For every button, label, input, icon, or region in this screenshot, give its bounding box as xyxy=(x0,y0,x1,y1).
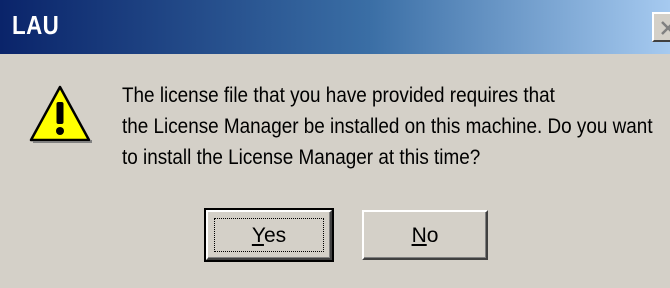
message-line: the License Manager be installed on this… xyxy=(122,115,653,138)
license-dialog: LAU The license file that you have provi… xyxy=(0,0,670,288)
no-label-rest: o xyxy=(426,224,439,247)
close-button[interactable] xyxy=(652,12,670,42)
yes-label-rest: es xyxy=(263,224,287,247)
message-text: The license file that you have provided … xyxy=(122,80,662,173)
title-bar[interactable]: LAU xyxy=(0,0,670,54)
close-icon xyxy=(661,21,670,35)
message-line: The license file that you have provided … xyxy=(122,84,555,107)
no-accelerator: N xyxy=(411,224,427,247)
yes-button[interactable]: Yes xyxy=(204,208,334,262)
no-button[interactable]: No xyxy=(362,210,488,260)
no-button-label: No xyxy=(364,224,486,248)
window-title: LAU xyxy=(12,10,60,40)
yes-button-label: Yes xyxy=(208,224,330,248)
warning-icon xyxy=(29,85,92,143)
yes-accelerator: Y xyxy=(251,224,264,247)
message-line: to install the License Manager at this t… xyxy=(122,146,481,169)
